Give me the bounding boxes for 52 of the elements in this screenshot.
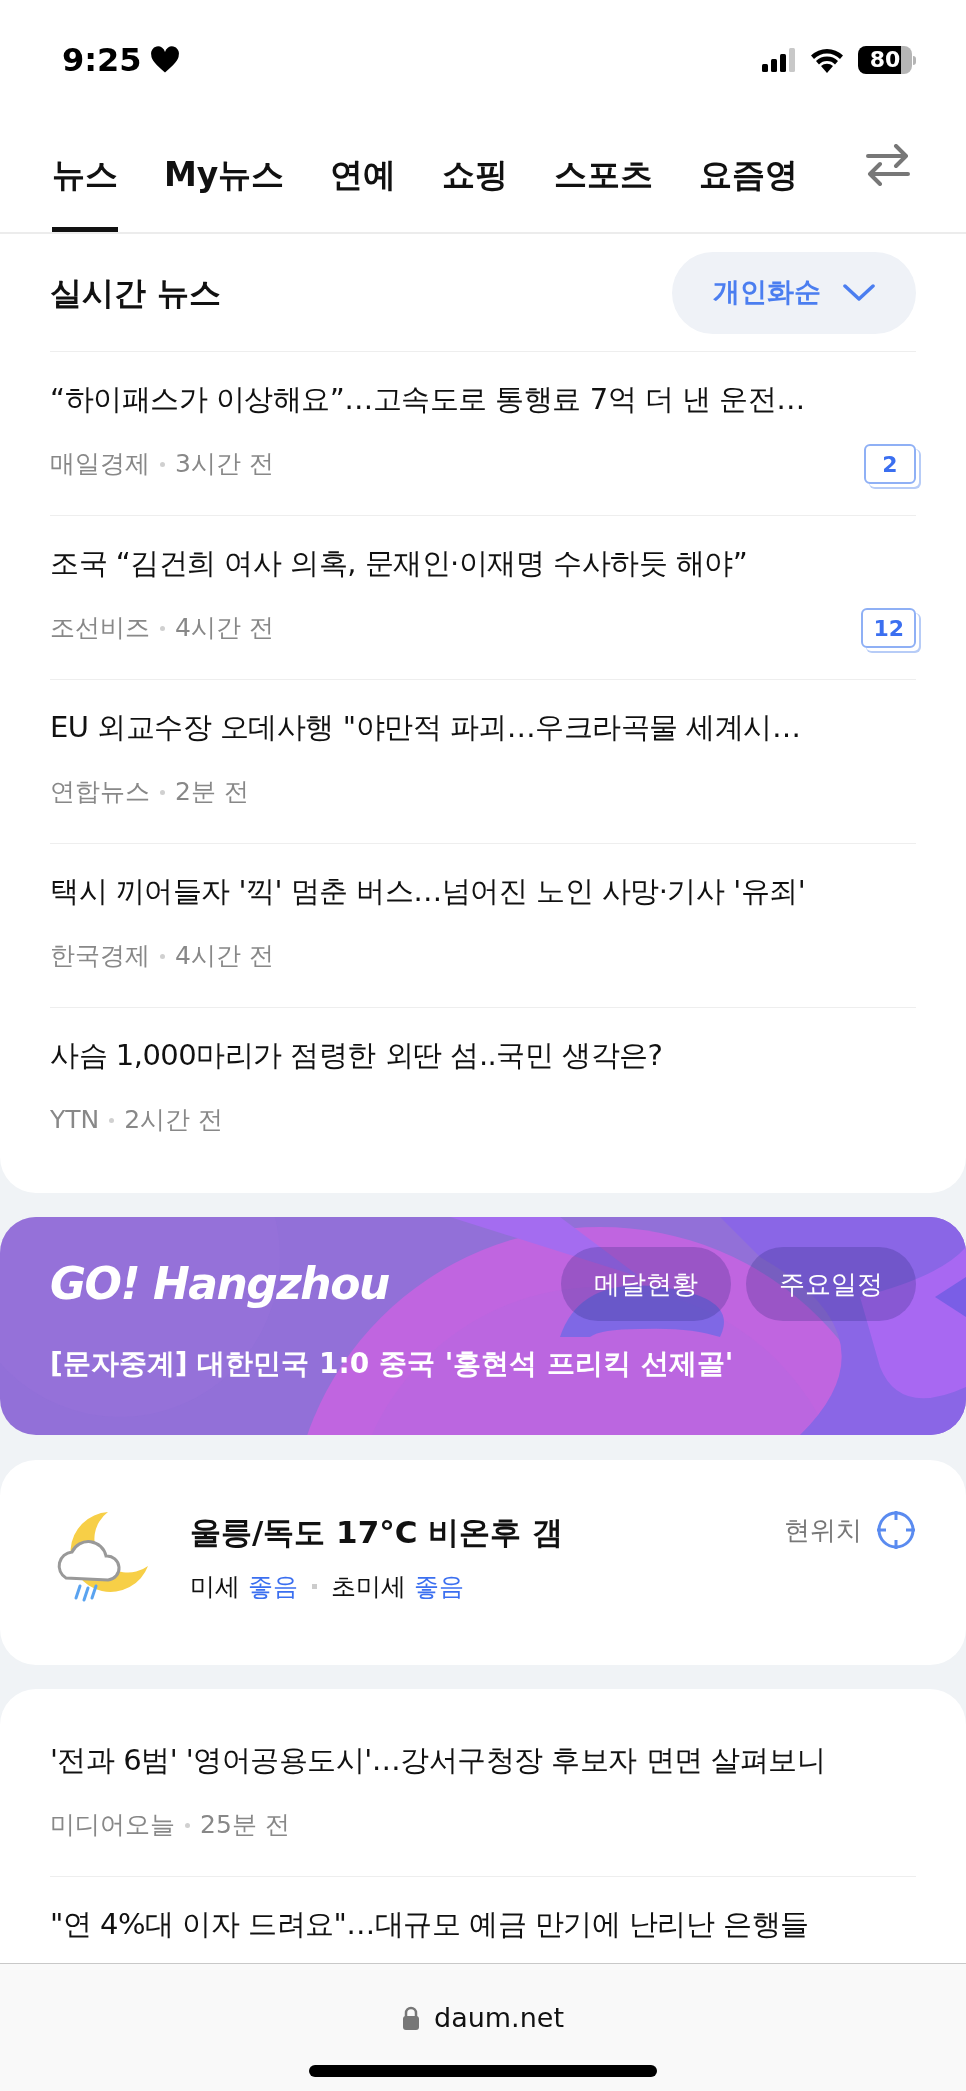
news-headline[interactable]: 조국 “김건희 여사 의혹, 문재인·이재명 수사하듯 해야” bbox=[50, 543, 916, 583]
section-title: 실시간 뉴스 bbox=[50, 272, 222, 314]
chevron-down-icon bbox=[843, 283, 875, 302]
heart-icon bbox=[149, 46, 180, 74]
category-tab[interactable]: 뉴스 bbox=[52, 139, 118, 232]
category-tab[interactable]: 요즘영 bbox=[699, 139, 799, 232]
news-time: 4시간 전 bbox=[175, 612, 274, 645]
air-quality-value: 좋음 bbox=[414, 1571, 464, 1603]
news-time: 2시간 전 bbox=[124, 1104, 224, 1137]
dot-separator-icon bbox=[109, 1117, 115, 1123]
category-tab[interactable]: 스포츠 bbox=[554, 139, 654, 232]
dot-separator-icon bbox=[160, 625, 165, 631]
weather-summary[interactable]: 울릉/독도 17°C 비온후 갬 bbox=[190, 1510, 784, 1554]
news-source: 미디어오늘 bbox=[50, 1809, 175, 1842]
news-source: 한국경제 bbox=[50, 940, 150, 973]
category-tab[interactable]: 쇼핑 bbox=[442, 139, 509, 232]
news-time: 2분 전 bbox=[175, 776, 249, 809]
wifi-icon bbox=[810, 47, 844, 73]
news-headline[interactable]: 사슴 1,000마리가 점령한 외딴 섬..국민 생각은? bbox=[50, 1035, 916, 1075]
news-source: 매일경제 bbox=[50, 448, 150, 481]
event-banner[interactable]: GO! Hangzhou 메달현황 주요일정 [문자중계] 대한민국 1:0 중국 '홍현석 프리킥 선제골' bbox=[0, 1217, 966, 1435]
news-headline[interactable]: 택시 끼어들자 '끽' 멈춘 버스…넘어진 노인 사망·기사 '유죄' bbox=[50, 871, 916, 911]
news-source: YTN bbox=[50, 1104, 100, 1137]
crosshair-icon bbox=[876, 1510, 916, 1550]
news-time: 25분 전 bbox=[200, 1809, 290, 1842]
signal-icon bbox=[762, 48, 796, 72]
banner-button[interactable]: 주요일정 bbox=[746, 1247, 916, 1321]
news-source: 연합뉴스 bbox=[50, 776, 150, 809]
news-headline[interactable]: "연 4%대 이자 드려요"…대규모 예금 만기에 난리난 은행들 bbox=[50, 1904, 916, 1944]
dot-separator-icon bbox=[160, 789, 165, 795]
lock-icon bbox=[402, 2006, 420, 2031]
news-time: 4시간 전 bbox=[175, 940, 274, 973]
dot-separator-icon bbox=[185, 1822, 190, 1828]
news-headline[interactable]: '전과 6범' '영어공용도시'…강서구청장 후보자 면면 살펴보니 bbox=[50, 1740, 916, 1780]
dot-separator-icon bbox=[160, 461, 165, 467]
clock-time: 9:25 bbox=[62, 40, 142, 81]
news-headline[interactable]: “하이패스가 이상해요”…고속도로 통행료 7억 더 낸 운전… bbox=[50, 379, 916, 419]
news-time: 3시간 전 bbox=[175, 448, 274, 481]
news-headline[interactable]: EU 외교수장 오데사행 "야만적 파괴…우크라곡물 세계시… bbox=[50, 707, 916, 747]
address-bar-url[interactable]: daum.net bbox=[434, 1998, 564, 2039]
category-tab[interactable]: My뉴스 bbox=[164, 139, 285, 232]
swap-arrows-icon[interactable] bbox=[866, 144, 910, 186]
banner-button[interactable]: 메달현황 bbox=[561, 1247, 731, 1321]
dot-separator-icon bbox=[312, 1584, 317, 1590]
category-tab[interactable]: 연예 bbox=[330, 139, 397, 232]
air-quality-label: 미세 bbox=[190, 1571, 240, 1603]
news-source: 조선비즈 bbox=[50, 612, 150, 645]
dot-separator-icon bbox=[160, 953, 165, 959]
air-quality-label: 초미세 bbox=[331, 1571, 406, 1603]
hangzhou-logo: GO! Hangzhou bbox=[50, 1257, 389, 1311]
air-quality-value: 좋음 bbox=[248, 1571, 298, 1603]
current-location-button[interactable]: 현위치 bbox=[784, 1510, 916, 1550]
